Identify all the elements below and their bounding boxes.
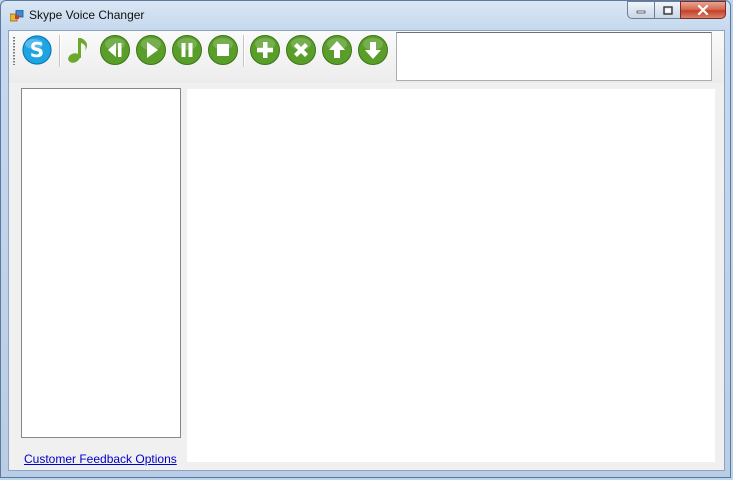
client-area: S Customer Feedback Options [8, 30, 725, 471]
add-icon[interactable] [249, 34, 281, 66]
play-icon[interactable] [135, 34, 167, 66]
toolbar: S [9, 31, 724, 83]
pause-icon[interactable] [171, 34, 203, 66]
toolbar-grip[interactable] [13, 37, 15, 65]
title-bar[interactable]: Skype Voice Changer [1, 1, 730, 31]
toolbar-separator [59, 35, 61, 67]
move-up-icon[interactable] [321, 34, 353, 66]
caption-buttons [627, 1, 726, 21]
maximize-button[interactable] [654, 1, 680, 19]
main-panel[interactable] [187, 89, 715, 462]
restore-icon [662, 5, 673, 15]
move-down-icon[interactable] [357, 34, 389, 66]
track-display[interactable] [396, 32, 712, 81]
rewind-icon[interactable] [99, 34, 131, 66]
close-icon [697, 5, 709, 15]
effects-list[interactable] [21, 88, 181, 438]
skype-icon[interactable]: S [21, 34, 53, 66]
app-window: Skype Voice Changer S Customer Feedback … [0, 0, 731, 478]
minimize-icon [636, 10, 646, 14]
music-note-icon[interactable] [63, 34, 95, 66]
remove-icon[interactable] [285, 34, 317, 66]
svg-text:S: S [30, 38, 44, 62]
customer-feedback-link[interactable]: Customer Feedback Options [24, 452, 177, 466]
app-icon[interactable] [10, 10, 24, 22]
close-button[interactable] [680, 1, 726, 19]
toolbar-separator [243, 35, 245, 67]
minimize-button[interactable] [627, 1, 654, 19]
window-title: Skype Voice Changer [29, 8, 145, 22]
stop-icon[interactable] [207, 34, 239, 66]
